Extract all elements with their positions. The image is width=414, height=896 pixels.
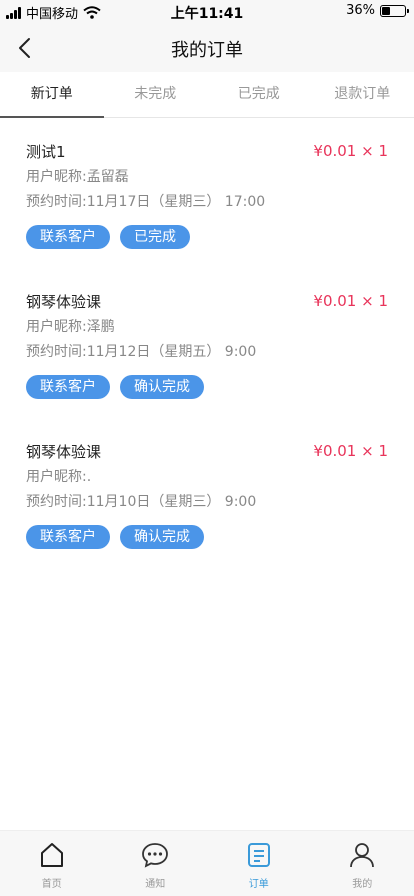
back-arrow-icon[interactable] [12,34,40,62]
wifi-icon [83,6,101,19]
order-appointment-time: 预约时间:11月17日（星期三） 17:00 [26,194,266,210]
tab-completed[interactable]: 已完成 [207,72,311,117]
order-list: 测试1 ¥0.01 × 1 用户昵称:孟留磊 预约时间:11月17日（星期三） … [0,118,414,568]
order-document-icon [247,843,270,867]
order-nickname: 用户昵称:孟留磊 [26,169,129,185]
tab-refund-orders[interactable]: 退款订单 [311,72,414,117]
tab-bar-label: 我的 [352,879,373,890]
carrier-label: 中国移动 [26,7,79,22]
order-price: ¥0.01 × 1 [313,442,388,460]
order-price: ¥0.01 × 1 [313,142,388,160]
completed-button[interactable]: 已完成 [120,225,190,249]
person-icon [350,843,375,868]
page-title: 我的订单 [171,40,243,61]
order-nickname: 用户昵称:泽鹏 [26,319,115,335]
order-nickname: 用户昵称:. [26,469,92,485]
tab-bar-item-orders[interactable]: 订单 [207,831,311,896]
order-price: ¥0.01 × 1 [313,292,388,310]
order-appointment-time: 预约时间:11月10日（星期三） 9:00 [26,494,257,510]
status-bar: 中国移动 上午11:41 36% [0,0,414,24]
confirm-complete-button[interactable]: 确认完成 [120,525,204,549]
order-card: 钢琴体验课 ¥0.01 × 1 用户昵称:. 预约时间:11月10日（星期三） … [0,418,414,568]
tab-incomplete[interactable]: 未完成 [104,72,208,117]
nav-bar: 我的订单 [0,24,414,72]
home-icon [40,843,63,867]
tab-bar-label: 通知 [145,879,166,890]
order-actions: 联系客户 已完成 [26,225,388,249]
order-actions: 联系客户 确认完成 [26,525,388,549]
contact-customer-button[interactable]: 联系客户 [26,525,110,549]
signal-icon [6,6,21,19]
bottom-tab-bar: 首页 通知 订单 我的 [0,830,414,896]
order-tabs: 新订单 未完成 已完成 退款订单 [0,72,414,118]
chat-bubble-icon [142,843,169,868]
tab-bar-item-profile[interactable]: 我的 [311,831,414,896]
contact-customer-button[interactable]: 联系客户 [26,225,110,249]
status-left: 中国移动 [6,3,101,22]
order-card: 测试1 ¥0.01 × 1 用户昵称:孟留磊 预约时间:11月17日（星期三） … [0,118,414,268]
status-right: 36% [346,3,409,18]
tab-bar-label: 订单 [248,879,269,890]
tab-bar-item-notifications[interactable]: 通知 [104,831,208,896]
battery-fill [382,6,390,15]
order-actions: 联系客户 确认完成 [26,375,388,399]
tab-new-orders[interactable]: 新订单 [0,72,104,118]
order-card: 钢琴体验课 ¥0.01 × 1 用户昵称:泽鹏 预约时间:11月12日（星期五）… [0,268,414,418]
battery-icon [380,4,409,17]
order-appointment-time: 预约时间:11月12日（星期五） 9:00 [26,344,257,360]
confirm-complete-button[interactable]: 确认完成 [120,375,204,399]
tab-bar-item-home[interactable]: 首页 [0,831,104,896]
battery-percent: 36% [346,3,375,18]
tab-bar-label: 首页 [41,879,62,890]
contact-customer-button[interactable]: 联系客户 [26,375,110,399]
